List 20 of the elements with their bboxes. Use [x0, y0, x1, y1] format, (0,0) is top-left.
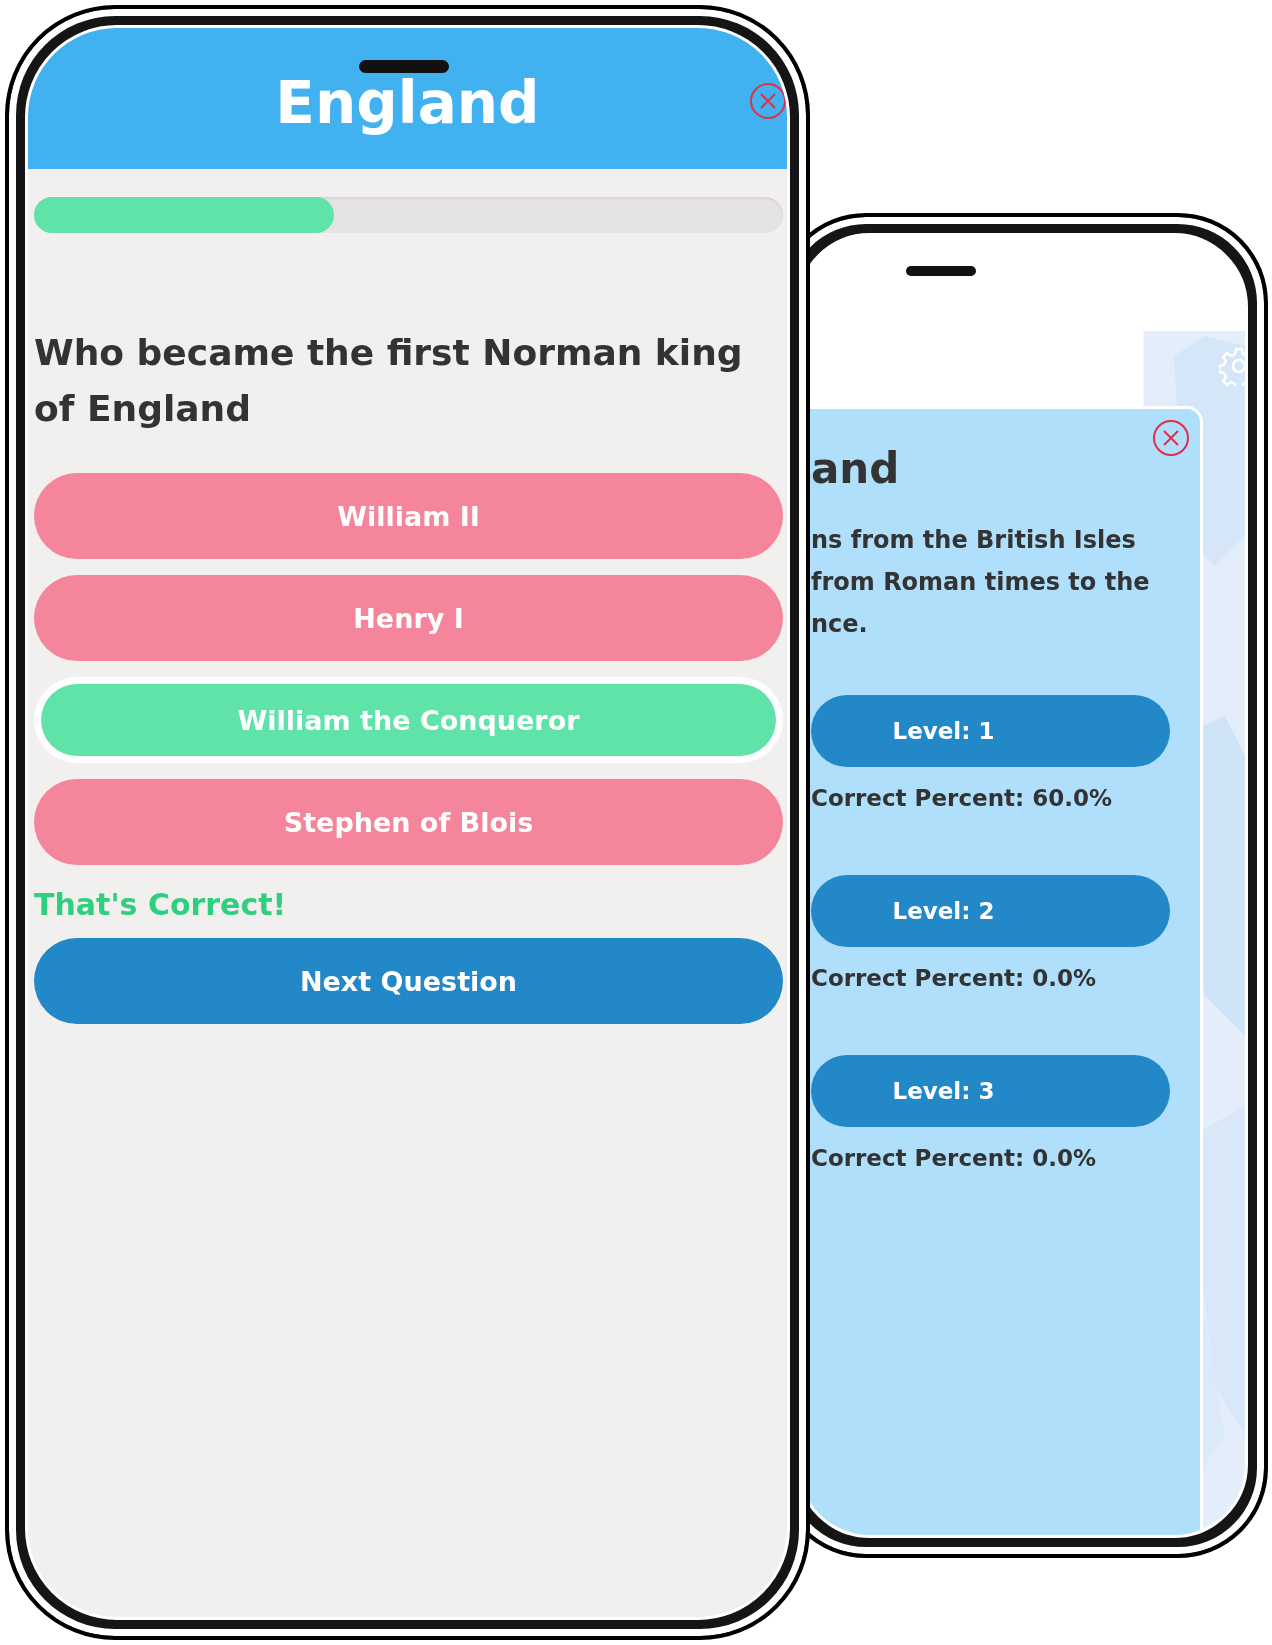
- correct-percent-text: Correct Percent: 0.0%: [811, 965, 1097, 991]
- feedback-text: That's Correct!: [34, 887, 288, 922]
- level-button[interactable]: Level: 3: [811, 1055, 1170, 1127]
- answer-button[interactable]: William II: [34, 473, 783, 559]
- description-line: from Roman times to the: [811, 567, 1151, 598]
- close-icon[interactable]: [1152, 419, 1190, 457]
- phone-notch: [906, 266, 976, 276]
- description-line: nce.: [811, 609, 869, 640]
- description-line: ns from the British Isles: [811, 525, 1137, 556]
- answer-button[interactable]: Stephen of Blois: [34, 779, 783, 865]
- answer-button[interactable]: Henry I: [34, 575, 783, 661]
- screen-title: England: [275, 68, 540, 137]
- close-icon[interactable]: [749, 82, 787, 120]
- question-text: Who became the first Norman king of England: [34, 331, 744, 431]
- correct-percent-text: Correct Percent: 0.0%: [811, 1145, 1097, 1171]
- correct-percent-text: Correct Percent: 60.0%: [811, 785, 1113, 811]
- level-button[interactable]: Level: 2: [811, 875, 1170, 947]
- next-question-button[interactable]: Next Question: [34, 938, 783, 1024]
- panel-title: and: [811, 443, 900, 495]
- level-button[interactable]: Level: 1: [811, 695, 1170, 767]
